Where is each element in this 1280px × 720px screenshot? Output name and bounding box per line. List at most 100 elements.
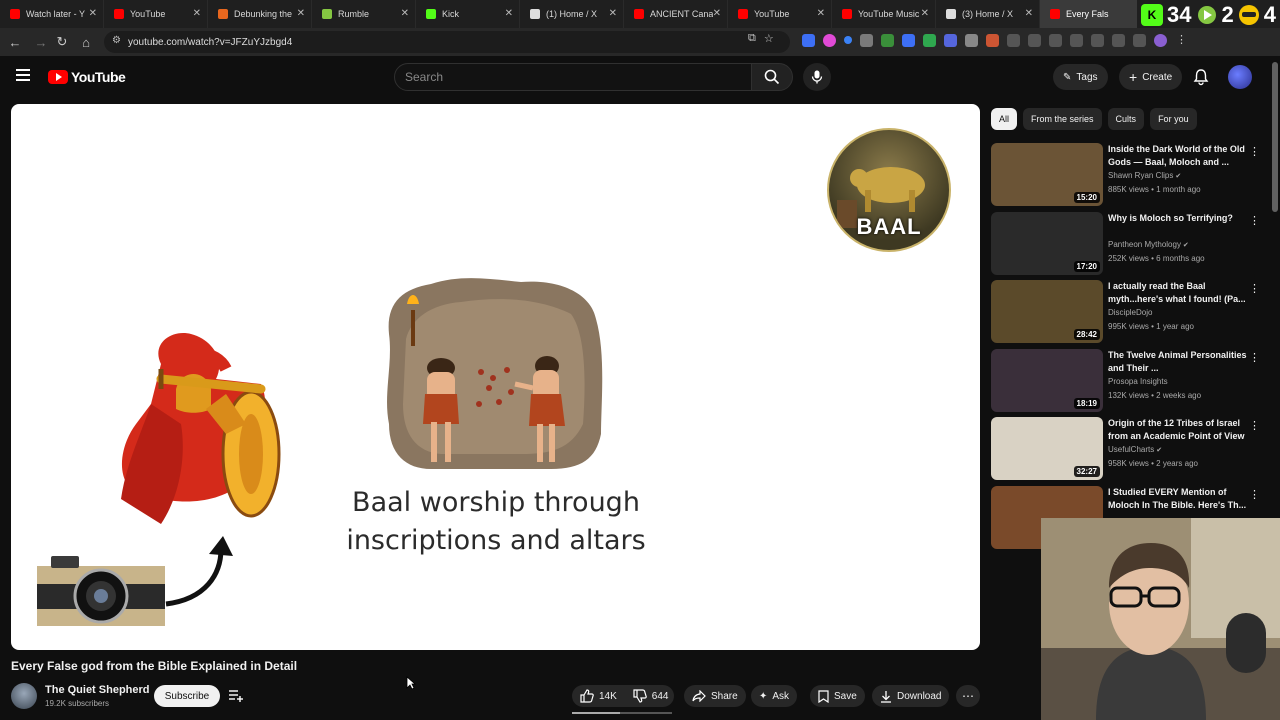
video-thumbnail[interactable]: 18:19	[991, 349, 1103, 412]
browser-tab[interactable]: (1) Home / X ✕	[520, 0, 624, 28]
recommended-video-title[interactable]: Origin of the 12 Tribes of Israel from a…	[1108, 417, 1248, 443]
recommended-video-channel[interactable]: DiscipleDojo	[1108, 308, 1152, 317]
tab-close-icon[interactable]: ✕	[1025, 8, 1033, 19]
extension-grid-icon[interactable]	[965, 34, 978, 47]
tab-close-icon[interactable]: ✕	[609, 8, 617, 19]
reading-list-icon[interactable]	[1091, 34, 1104, 47]
extension-glasses-icon[interactable]	[860, 34, 873, 47]
video-thumbnail[interactable]: 17:20	[991, 212, 1103, 275]
download-button[interactable]: Download	[872, 685, 950, 707]
browser-tab[interactable]: Kick ✕	[416, 0, 520, 28]
recommended-video-channel[interactable]: Pantheon Mythology ✔	[1108, 240, 1189, 249]
tab-close-icon[interactable]: ✕	[713, 8, 721, 19]
filter-chip[interactable]: Cults	[1107, 108, 1145, 130]
recommended-video[interactable]: 32:27 Origin of the 12 Tribes of Israel f…	[991, 417, 1266, 481]
filter-chip[interactable]: For you	[1150, 108, 1197, 130]
recommended-video-channel[interactable]: Shawn Ryan Clips ✔	[1108, 171, 1181, 180]
browser-tab[interactable]: Rumble ✕	[312, 0, 416, 28]
page-scrollbar[interactable]	[1272, 62, 1278, 212]
reload-icon[interactable]: ↻	[50, 30, 74, 54]
extension-wave-icon[interactable]	[944, 34, 957, 47]
recommended-video[interactable]: 17:20 Why is Moloch so Terrifying? Pantheo…	[991, 212, 1266, 276]
recommended-video-channel[interactable]: Prosopa Insights	[1108, 377, 1168, 386]
voice-search-button[interactable]	[803, 63, 831, 91]
tab-close-icon[interactable]: ✕	[193, 8, 201, 19]
filter-chip[interactable]: From the series	[1023, 108, 1102, 130]
extension-blue-icon[interactable]	[902, 34, 915, 47]
extension-star-icon[interactable]	[986, 34, 999, 47]
profile-icon[interactable]	[1154, 34, 1167, 47]
video-options-icon[interactable]: ⋮	[1249, 282, 1260, 295]
like-button[interactable]: 14K	[580, 689, 617, 703]
video-thumbnail[interactable]: 28:42	[991, 280, 1103, 343]
save-button[interactable]: Save	[810, 685, 865, 707]
channel-avatar[interactable]	[11, 683, 37, 709]
extensions-puzzle-icon[interactable]	[1007, 34, 1020, 47]
browser-tab[interactable]: YouTube ✕	[728, 0, 832, 28]
video-thumbnail[interactable]: 32:27	[991, 417, 1103, 480]
recommended-video-title[interactable]: Inside the Dark World of the Old Gods — …	[1108, 143, 1248, 169]
tab-close-icon[interactable]: ✕	[817, 8, 825, 19]
tab-close-icon[interactable]: ✕	[921, 8, 929, 19]
create-button[interactable]: + Create	[1119, 64, 1183, 90]
search-button[interactable]	[751, 63, 793, 91]
browser-tab[interactable]: YouTube ✕	[104, 0, 208, 28]
video-options-icon[interactable]: ⋮	[1249, 488, 1260, 501]
ask-button[interactable]: ✦ Ask	[751, 685, 798, 707]
address-bar[interactable]: ⚙ youtube.com/watch?v=JFZuYJzbgd4	[104, 31, 790, 53]
recommended-video[interactable]: 15:20 Inside the Dark World of the Old Go…	[991, 143, 1266, 207]
share-button[interactable]: Share	[684, 685, 746, 707]
recommended-video[interactable]: 28:42 I actually read the Baal myth...her…	[991, 280, 1266, 344]
site-info-icon[interactable]: ⚙	[112, 35, 121, 46]
devtools-icon[interactable]	[1070, 34, 1083, 47]
install-icon[interactable]: ⧉	[748, 32, 756, 45]
extension-circle-icon[interactable]	[823, 34, 836, 47]
browser-tab[interactable]: Every Fals	[1040, 0, 1144, 28]
filter-chip[interactable]: All	[991, 108, 1018, 130]
browser-tab[interactable]: Debunking the ✕	[208, 0, 312, 28]
history-icon[interactable]	[1028, 34, 1041, 47]
video-player[interactable]: BAAL Baal worship through inscriptions a…	[11, 104, 980, 650]
recommended-video[interactable]: 18:19 The Twelve Animal Personalities and…	[991, 349, 1266, 413]
downloads-icon[interactable]	[1133, 34, 1146, 47]
video-options-icon[interactable]: ⋮	[1249, 214, 1260, 227]
menu-icon[interactable]	[16, 69, 30, 81]
video-thumbnail[interactable]: 15:20	[991, 143, 1103, 206]
tab-close-icon[interactable]: ✕	[505, 8, 513, 19]
browser-menu-icon[interactable]: ⋮	[1175, 34, 1188, 47]
recommended-video-title[interactable]: I Studied EVERY Mention of Moloch In The…	[1108, 486, 1248, 512]
sidebar-icon[interactable]	[1112, 34, 1125, 47]
tab-close-icon[interactable]: ✕	[297, 8, 305, 19]
add-to-playlist-icon[interactable]	[228, 689, 244, 703]
channel-name[interactable]: The Quiet Shepherd	[45, 684, 150, 696]
youtube-logo[interactable]: YouTube	[48, 69, 126, 85]
account-avatar[interactable]	[1228, 65, 1252, 89]
search-input[interactable]: Search	[394, 63, 752, 91]
recommended-video-title[interactable]: I actually read the Baal myth...here's w…	[1108, 280, 1248, 306]
recommended-video-title[interactable]: The Twelve Animal Personalities and Thei…	[1108, 349, 1248, 375]
extension-check-icon[interactable]	[923, 34, 936, 47]
browser-tab[interactable]: Watch later - Y ✕	[0, 0, 104, 28]
video-options-icon[interactable]: ⋮	[1249, 351, 1260, 364]
dislike-button[interactable]: 644	[633, 689, 668, 703]
extension-shield-icon[interactable]	[802, 34, 815, 47]
video-options-icon[interactable]: ⋮	[1249, 419, 1260, 432]
back-icon[interactable]: ←	[3, 30, 27, 54]
tab-close-icon[interactable]: ✕	[89, 8, 97, 19]
browser-tab[interactable]: YouTube Music ✕	[832, 0, 936, 28]
browser-tab[interactable]: (3) Home / X ✕	[936, 0, 1040, 28]
video-options-icon[interactable]: ⋮	[1249, 145, 1260, 158]
notifications-bell-icon[interactable]	[1192, 68, 1210, 86]
more-actions-icon[interactable]: ⋯	[956, 685, 980, 707]
tab-close-icon[interactable]: ✕	[401, 8, 409, 19]
home-icon[interactable]: ⌂	[74, 30, 98, 54]
recommended-video-title[interactable]: Why is Moloch so Terrifying?	[1108, 212, 1248, 225]
tab-search-icon[interactable]	[1049, 34, 1062, 47]
subscribe-button[interactable]: Subscribe	[154, 685, 220, 707]
bookmark-star-icon[interactable]: ☆	[764, 32, 774, 45]
extension-dot-icon[interactable]	[844, 36, 852, 44]
tags-button[interactable]: ✎ Tags	[1053, 64, 1108, 90]
extension-green-icon[interactable]	[881, 34, 894, 47]
browser-tab[interactable]: ANCIENT Cana ✕	[624, 0, 728, 28]
recommended-video-channel[interactable]: UsefulCharts ✔	[1108, 445, 1162, 454]
